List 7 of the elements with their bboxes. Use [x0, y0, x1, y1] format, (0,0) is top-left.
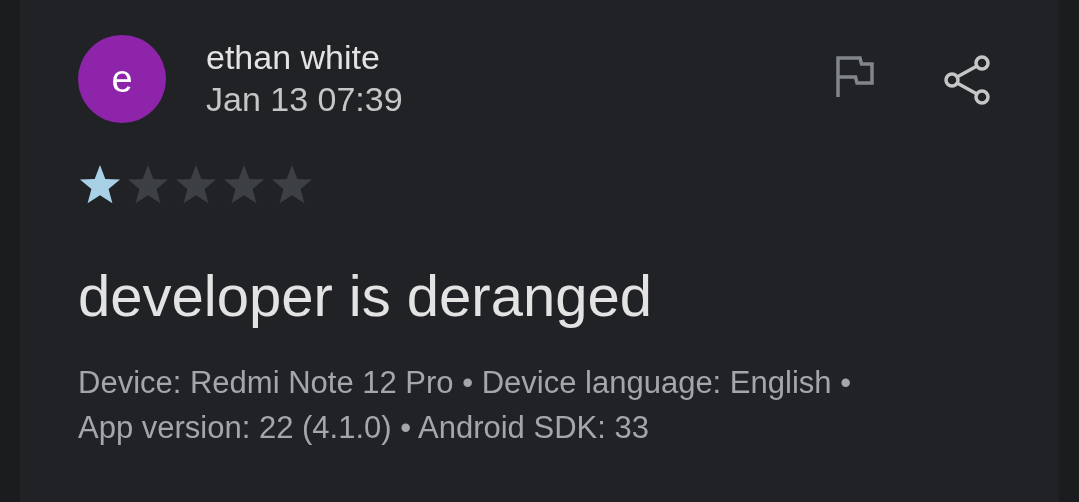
author-name: ethan white: [206, 37, 381, 78]
review-date: Jan 13 07:39: [206, 79, 403, 120]
flag-icon[interactable]: [835, 55, 875, 97]
avatar-letter: e: [111, 56, 133, 102]
review-title: developer is deranged: [78, 264, 652, 328]
device-details: Device: Redmi Note 12 Pro • Device language: English • App version: 22 (4.1.0) • Android SDK: 33: [78, 363, 852, 447]
share-icon[interactable]: [943, 55, 991, 105]
